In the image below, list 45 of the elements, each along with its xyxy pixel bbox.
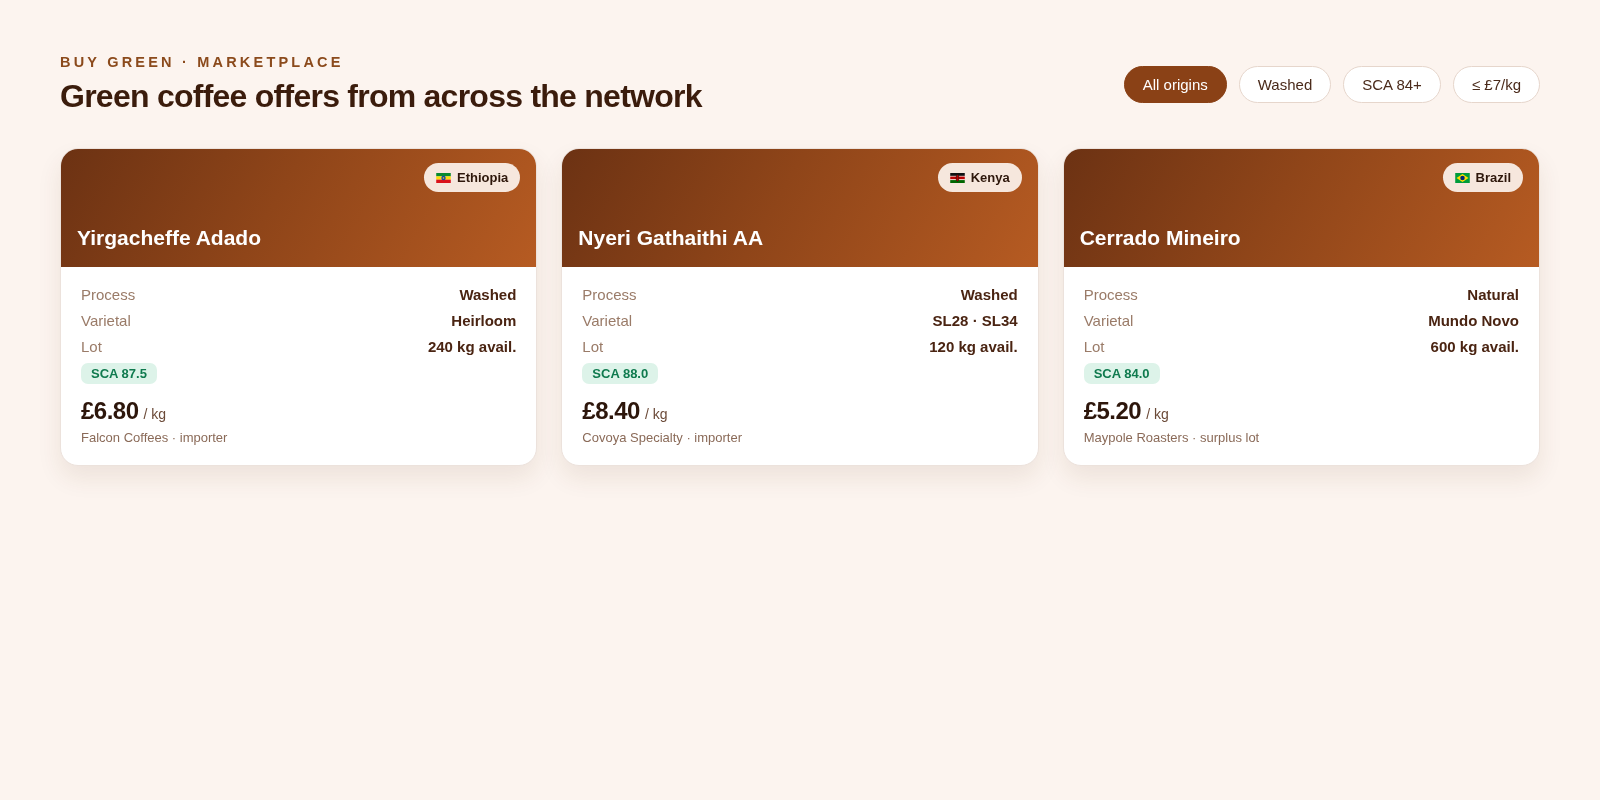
- spec-value: Washed: [960, 285, 1018, 303]
- spec-label: Lot: [81, 337, 102, 355]
- filter-chip[interactable]: ≤ £7/kg: [1452, 65, 1540, 103]
- spec-label: Process: [81, 285, 136, 303]
- spec-label: Varietal: [81, 311, 131, 329]
- score-badge: SCA 84.0: [1083, 363, 1160, 384]
- page-title: Green coffee offers from across the network: [60, 77, 702, 115]
- seller-line: Falcon Coffees · importer: [81, 430, 228, 446]
- spec-label: Process: [582, 285, 637, 303]
- flag-icon: [1454, 172, 1470, 183]
- filter-chip[interactable]: Washed: [1238, 65, 1332, 103]
- coffee-name: Nyeri Gathaithi AA: [578, 225, 764, 251]
- spec-label: Lot: [582, 337, 604, 355]
- price-unit: / kg: [143, 406, 167, 422]
- section-eyebrow: BUY GREEN · MARKETPLACE: [60, 53, 344, 71]
- spec-label: Process: [1083, 285, 1138, 303]
- seller-line: Covoya Specialty · importer: [582, 430, 742, 446]
- score-badge: SCA 88.0: [582, 363, 659, 384]
- spec-value: SL28 · SL34: [932, 311, 1018, 329]
- origin-label: Brazil: [1475, 170, 1511, 185]
- price-amount: £8.40: [582, 396, 640, 426]
- price-unit: / kg: [1146, 406, 1169, 422]
- spec-value: Mundo Novo: [1428, 311, 1519, 329]
- coffee-name: Cerrado Mineiro: [1079, 225, 1241, 251]
- spec-label: Lot: [1083, 337, 1105, 355]
- spec-value: Natural: [1467, 285, 1519, 303]
- flag-icon: [949, 172, 965, 183]
- price-unit: / kg: [644, 406, 668, 422]
- spec-label: Varietal: [582, 311, 633, 329]
- flag-icon: [436, 172, 452, 183]
- coffee-name: Yirgacheffe Adado: [77, 225, 261, 251]
- origin-label: Ethiopia: [457, 170, 509, 185]
- seller-line: Maypole Roasters · surplus lot: [1083, 430, 1260, 446]
- score-badge: SCA 87.5: [81, 363, 157, 384]
- spec-label: Varietal: [1083, 311, 1134, 329]
- spec-value: Heirloom: [451, 311, 517, 329]
- spec-value: 240 kg avail.: [427, 337, 517, 355]
- price-amount: £6.80: [81, 396, 139, 426]
- filter-chip[interactable]: SCA 84+: [1343, 65, 1441, 103]
- filter-chip[interactable]: All origins: [1123, 65, 1227, 103]
- spec-value: Washed: [459, 285, 517, 303]
- spec-value: 600 kg avail.: [1430, 337, 1519, 355]
- spec-value: 120 kg avail.: [929, 337, 1018, 355]
- origin-label: Kenya: [970, 170, 1010, 185]
- price-amount: £5.20: [1083, 396, 1142, 426]
